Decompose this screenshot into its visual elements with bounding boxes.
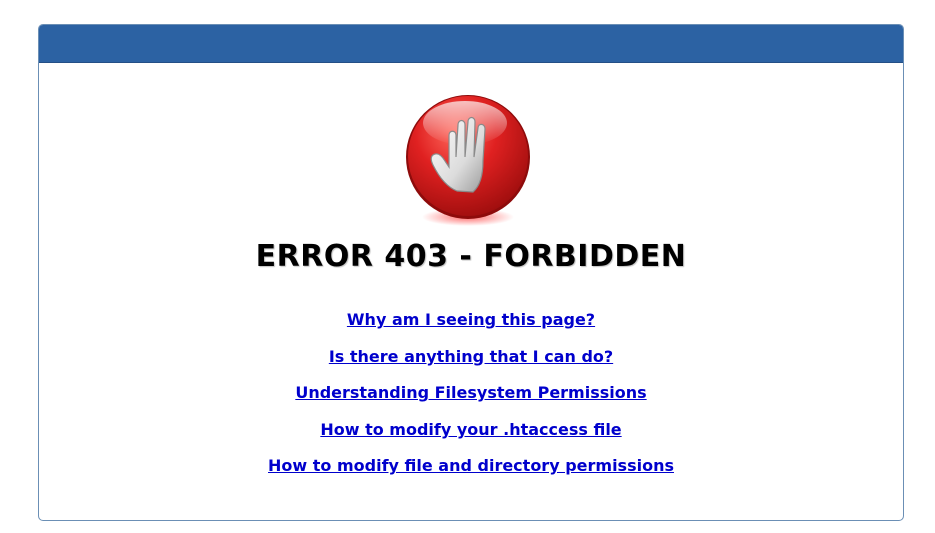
help-links: Why am I seeing this page? Is there anyt… xyxy=(39,309,903,492)
link-modify-htaccess[interactable]: How to modify your .htaccess file xyxy=(39,419,903,456)
error-title: ERROR 403 - FORBIDDEN xyxy=(255,239,687,274)
link-anything-i-can-do[interactable]: Is there anything that I can do? xyxy=(39,346,903,383)
stop-hand-icon xyxy=(406,95,530,226)
link-modify-file-dir-permissions[interactable]: How to modify file and directory permiss… xyxy=(39,455,903,492)
link-filesystem-permissions[interactable]: Understanding Filesystem Permissions xyxy=(39,382,903,419)
link-why-seeing-page[interactable]: Why am I seeing this page? xyxy=(39,309,903,346)
error-panel: ERROR 403 - FORBIDDEN Why am I seeing th… xyxy=(38,24,904,521)
panel-header-bar xyxy=(39,25,903,63)
